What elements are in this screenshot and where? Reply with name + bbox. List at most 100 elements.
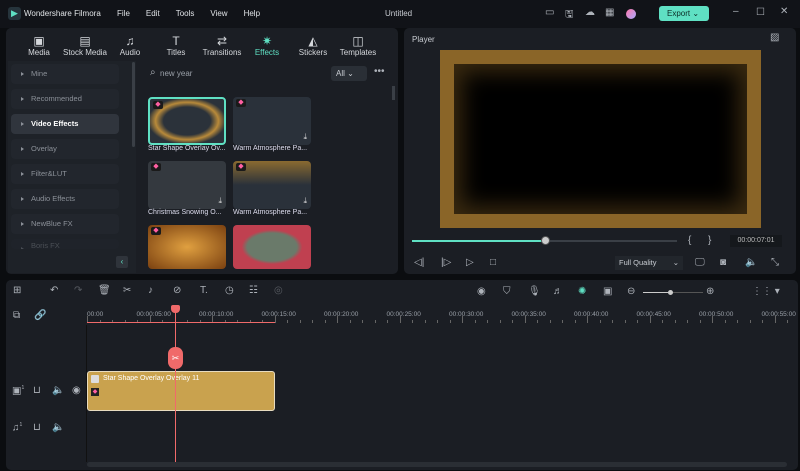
collapse-sidebar-button[interactable]: ‹ [116,256,128,268]
sidebar-item-recommended[interactable]: Recommended [11,89,119,109]
close-icon[interactable]: ✕ [780,6,788,17]
menu-help[interactable]: Help [244,9,260,18]
sidebar-item-boris-fx[interactable]: Boris FX [11,239,119,249]
minimize-icon[interactable]: – [733,6,739,17]
menu-tools[interactable]: Tools [176,9,195,18]
previous-frame-icon[interactable]: ◁| [414,257,424,268]
ruler-tick [724,320,726,323]
menu-edit[interactable]: Edit [146,9,160,18]
track-layout-icon[interactable]: ⋮⋮ ▾ [752,286,780,297]
layout-icon[interactable]: ▭ [545,7,554,18]
play-icon[interactable]: ▷ [466,257,474,268]
volume-icon[interactable]: 🔈 [745,257,757,268]
ai-icon[interactable]: ◎ [274,285,283,296]
sidebar-item-audio-effects[interactable]: Audio Effects [11,189,119,209]
ai-bug-icon[interactable]: ✺ [578,286,586,297]
maximize-icon[interactable]: ☐ [756,7,765,18]
next-frame-icon[interactable]: |▷ [441,257,451,268]
tag-icon[interactable]: ⊘ [173,285,181,296]
sidebar-scrollbar[interactable] [132,62,135,147]
timeline-clip[interactable]: Star Shape Overlay Overlay 11 ◆ [87,371,275,411]
download-icon[interactable]: ⤓ [303,132,307,142]
microphone-icon[interactable]: 🎙 [528,286,541,297]
add-track-icon[interactable]: ⧉ [13,310,20,321]
effect-thumbnail[interactable] [233,225,311,269]
render-preview-icon[interactable]: ◉ [477,286,486,297]
sidebar-item-newblue-fx[interactable]: NewBlue FX [11,214,119,234]
track-volume-icon[interactable]: 🔈 [52,422,64,433]
effects-scrollbar[interactable] [392,86,395,100]
ruler-tick-label: 00:00:35:00 [511,311,546,318]
mark-in-icon[interactable]: { [688,235,691,246]
playhead-handle[interactable] [171,305,180,313]
camera-icon[interactable]: ◙ [720,257,726,268]
cut-icon[interactable]: ✂ [123,285,131,296]
tab-stickers[interactable]: ◭ Stickers [288,34,338,57]
undo-icon[interactable]: ↶ [50,285,58,296]
ruler-tick [649,316,651,323]
effect-thumbnail[interactable]: ◆ ⤓ [233,97,311,145]
tab-stock-media[interactable]: ▤ Stock Media [60,34,110,57]
quality-dropdown[interactable]: Full Quality ⌄ [615,256,683,270]
audio-split-icon[interactable]: ♪ [148,285,153,296]
sidebar-item-video-effects[interactable]: Video Effects [11,114,119,134]
snapshot-view-icon[interactable]: ▨ [770,32,779,43]
tab-transitions[interactable]: ⇄ Transitions [197,34,247,57]
eye-icon[interactable]: ◉ [72,385,81,396]
zoom-in-icon[interactable]: ⊕ [706,286,714,297]
link-icon[interactable]: 🔗 [34,310,46,321]
ruler-tick-label: 00:00:30:00 [449,311,484,318]
tab-templates[interactable]: ◫ Templates [333,34,383,57]
effect-thumbnail[interactable]: ◆ [148,225,226,269]
fullscreen-icon[interactable]: ⤡ [771,257,779,268]
stop-icon[interactable]: □ [490,257,496,268]
save-icon[interactable]: 🖫 [565,7,574,24]
lock-icon[interactable]: ⊔ [33,385,41,396]
playhead-scissors-button[interactable]: ✂ [168,347,183,369]
mark-out-icon[interactable]: } [708,235,711,246]
effect-thumbnail[interactable]: ◆ [148,97,226,145]
playback-scrubber-handle[interactable] [540,236,550,245]
sidebar-item-filter-lut[interactable]: Filter&LUT [11,164,119,184]
effect-thumbnail[interactable]: ◆ ⤓ [148,161,226,209]
sidebar-item-overlay[interactable]: Overlay [11,139,119,159]
layout-grid-icon[interactable]: ⊞ [13,285,21,296]
tab-media[interactable]: ▣ Media [14,34,64,57]
ruler-tick-label: 00:00:10:00 [199,311,234,318]
zoom-out-icon[interactable]: ⊖ [627,286,635,297]
menu-view[interactable]: View [210,9,227,18]
pip-icon[interactable]: ▣ [603,286,612,297]
display-icon[interactable]: 🖵 [695,257,705,268]
text-tool-icon[interactable]: T. [200,285,208,296]
menu-file[interactable]: File [117,9,130,18]
delete-icon[interactable]: 🗑 [98,285,111,296]
ruler-tick-label: 00:00:05:00 [136,311,171,318]
tab-titles[interactable]: T Titles [151,34,201,57]
sidebar-item-mine[interactable]: Mine [11,64,119,84]
search-input[interactable] [160,66,310,80]
tab-effects[interactable]: ✷ Effects [242,34,292,57]
timeline-horizontal-scrollbar[interactable] [87,462,787,467]
download-icon[interactable]: ⤓ [303,196,307,206]
filter-dropdown[interactable]: All ⌄ [331,66,367,81]
speed-timer-icon[interactable]: ◷ [225,285,234,296]
track-volume-icon[interactable]: 🔈 [52,385,64,396]
lock-icon[interactable]: ⊔ [33,422,41,433]
apps-icon[interactable]: ▦ [605,7,614,18]
tab-audio[interactable]: ♫ Audio [105,34,155,57]
templates-icon: ◫ [352,34,364,48]
redo-icon[interactable]: ↷ [74,285,82,296]
effect-thumbnail[interactable]: ◆ ⤓ [233,161,311,209]
marker-icon[interactable]: ⛉ [503,286,511,297]
more-options-icon[interactable]: ••• [374,66,385,77]
download-icon[interactable]: ⤓ [218,196,222,206]
export-button[interactable]: Export ⌄ [659,6,709,21]
adjust-icon[interactable]: ☷ [249,285,258,296]
effect-label: Star Shape Overlay Ov... [148,145,226,152]
cloud-icon[interactable]: ☁ [585,7,595,18]
zoom-slider[interactable] [643,290,703,295]
audio-mix-icon[interactable]: ♬ [553,286,563,297]
avatar[interactable] [626,9,636,19]
search-icon: ⌕ [150,67,156,78]
ruler-tick [637,320,638,323]
